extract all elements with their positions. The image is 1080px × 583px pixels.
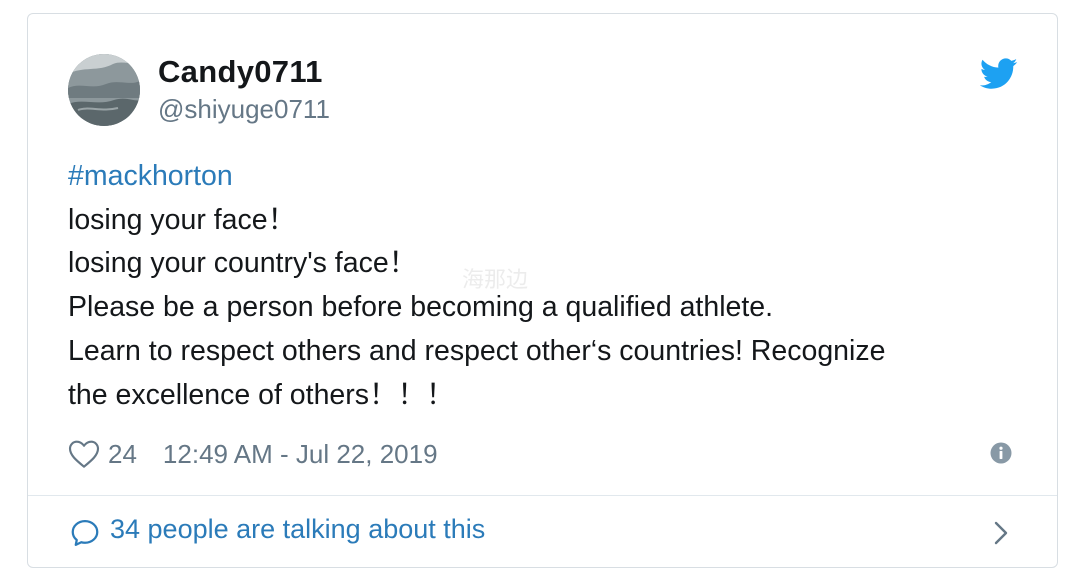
heart-icon[interactable] bbox=[68, 439, 100, 469]
speech-bubble-icon bbox=[71, 520, 99, 546]
tweet-timestamp[interactable]: 12:49 AM - Jul 22, 2019 bbox=[163, 439, 438, 470]
like-count[interactable]: 24 bbox=[108, 439, 137, 470]
tweet-card: Candy0711 @shiyuge0711 #mackhorton losin… bbox=[27, 13, 1058, 568]
tweet-line-4: Learn to respect others and respect othe… bbox=[68, 334, 886, 367]
user-display-name[interactable]: Candy0711 bbox=[158, 54, 323, 90]
tweet-line-5: the excellence of others！！！ bbox=[68, 378, 455, 411]
info-icon[interactable] bbox=[990, 442, 1012, 464]
user-handle[interactable]: @shiyuge0711 bbox=[158, 94, 330, 125]
conversation-link[interactable]: 34 people are talking about this bbox=[28, 496, 1057, 568]
avatar[interactable] bbox=[68, 54, 140, 126]
tweet-line-2: losing your country's face！ bbox=[68, 247, 418, 280]
tweet-line-1: losing your face！ bbox=[68, 203, 297, 236]
conversation-label[interactable]: 34 people are talking about this bbox=[110, 514, 485, 545]
tweet-text: #mackhorton losing your face！ losing you… bbox=[68, 155, 1018, 417]
tweet-line-3: Please be a person before becoming a qua… bbox=[68, 291, 774, 324]
twitter-bird-icon[interactable] bbox=[980, 58, 1018, 90]
hashtag-link[interactable]: #mackhorton bbox=[68, 155, 1018, 199]
chevron-right-icon[interactable] bbox=[991, 518, 1011, 548]
tweet-meta: 24 12:49 AM - Jul 22, 2019 bbox=[68, 436, 438, 472]
